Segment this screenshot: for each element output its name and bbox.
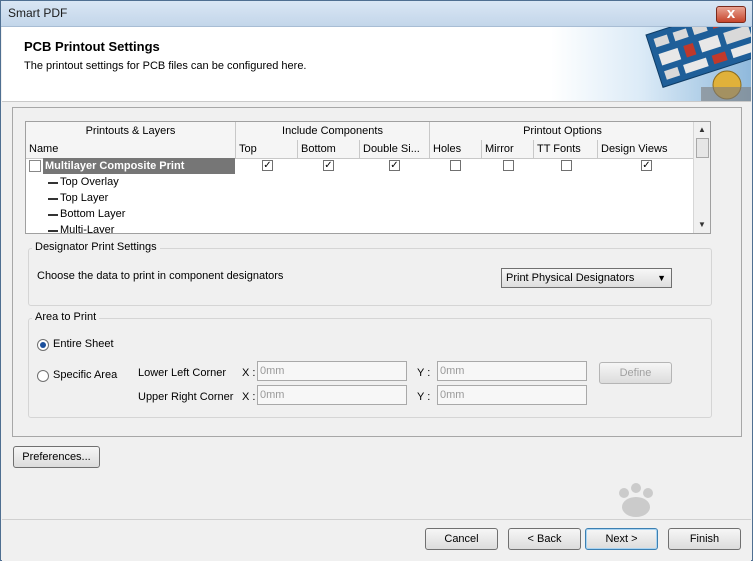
page-subtitle: The printout settings for PCB files can … <box>24 60 307 72</box>
designator-group-label: Designator Print Settings <box>32 241 160 253</box>
title-bar[interactable]: Smart PDF X <box>1 1 752 27</box>
grid-row-layer[interactable]: Top Overlay <box>26 174 696 190</box>
layer-name: Bottom Layer <box>48 206 125 222</box>
area-group-label: Area to Print <box>32 311 100 323</box>
grid-row-layer[interactable]: Multi-Layer <box>26 222 696 233</box>
upper-right-y-input[interactable]: 0mm <box>437 385 587 405</box>
designator-label: Choose the data to print in component de… <box>37 270 284 282</box>
grid-vertical-scrollbar[interactable]: ▲ ▼ <box>693 122 710 233</box>
grid-row-layer[interactable]: Top Layer <box>26 190 696 206</box>
group-header-components: Include Components <box>236 122 430 140</box>
group-header-printouts: Printouts & Layers <box>26 122 236 140</box>
column-tt-fonts[interactable]: TT Fonts <box>534 140 598 158</box>
lower-left-y-label: Y : <box>417 367 431 379</box>
specific-area-radio[interactable] <box>37 370 49 382</box>
finish-button[interactable]: Finish <box>668 528 741 550</box>
grid-column-header: Name Top Bottom Double Si... Holes Mirro… <box>26 140 696 159</box>
column-mirror[interactable]: Mirror <box>482 140 534 158</box>
cancel-button[interactable]: Cancel <box>425 528 498 550</box>
group-header-options: Printout Options <box>430 122 696 140</box>
next-button[interactable]: Next > <box>585 528 658 550</box>
window-title: Smart PDF <box>8 6 68 20</box>
entire-sheet-radio[interactable] <box>37 339 49 351</box>
designator-select-value: Print Physical Designators <box>506 272 635 284</box>
smart-pdf-window: Smart PDF X PCB Printout Settings The pr… <box>0 0 753 561</box>
checkbox-holes[interactable] <box>450 160 461 171</box>
lower-left-x-input[interactable]: 0mm <box>257 361 407 381</box>
close-button[interactable]: X <box>716 6 746 23</box>
upper-right-x-label: X : <box>242 391 256 403</box>
column-holes[interactable]: Holes <box>430 140 482 158</box>
pcb-banner-image <box>551 27 751 101</box>
page-title: PCB Printout Settings <box>24 39 160 54</box>
grid-row-composite[interactable]: Multilayer Composite Print ✓ ✓ ✓ ✓ <box>26 158 696 174</box>
upper-right-y-label: Y : <box>417 391 431 403</box>
layer-name: Multi-Layer <box>48 222 114 233</box>
column-top[interactable]: Top <box>236 140 298 158</box>
entire-sheet-label[interactable]: Entire Sheet <box>53 338 114 350</box>
scroll-up-icon[interactable]: ▲ <box>694 123 710 137</box>
chevron-down-icon: ▼ <box>657 273 666 283</box>
checkbox-top[interactable]: ✓ <box>262 160 273 171</box>
column-double-sided[interactable]: Double Si... <box>360 140 430 158</box>
scroll-down-icon[interactable]: ▼ <box>694 218 710 232</box>
checkbox-double-sided[interactable]: ✓ <box>389 160 400 171</box>
layer-name: Top Overlay <box>48 174 119 190</box>
specific-area-label[interactable]: Specific Area <box>53 369 117 381</box>
tree-expander[interactable] <box>29 160 41 172</box>
checkbox-bottom[interactable]: ✓ <box>323 160 334 171</box>
lower-left-y-input[interactable]: 0mm <box>437 361 587 381</box>
row-name: Multilayer Composite Print <box>43 158 235 174</box>
checkbox-design-views[interactable]: ✓ <box>641 160 652 171</box>
wizard-header: PCB Printout Settings The printout setti… <box>2 27 751 102</box>
settings-panel: Printouts & Layers Include Components Pr… <box>12 107 742 437</box>
column-design-views[interactable]: Design Views <box>598 140 696 158</box>
preferences-button[interactable]: Preferences... <box>13 446 100 468</box>
upper-right-label: Upper Right Corner <box>138 391 234 403</box>
lower-left-x-label: X : <box>242 367 256 379</box>
checkbox-mirror[interactable] <box>503 160 514 171</box>
lower-left-label: Lower Left Corner <box>138 367 227 379</box>
designator-select[interactable]: Print Physical Designators ▼ <box>501 268 672 288</box>
printout-layers-grid[interactable]: Printouts & Layers Include Components Pr… <box>25 121 711 234</box>
grid-row-layer[interactable]: Bottom Layer <box>26 206 696 222</box>
column-name[interactable]: Name <box>26 140 236 158</box>
wizard-footer: Cancel < Back Next > Finish <box>2 519 751 561</box>
upper-right-x-input[interactable]: 0mm <box>257 385 407 405</box>
layer-name: Top Layer <box>48 190 108 206</box>
watermark-logo <box>619 483 653 517</box>
column-bottom[interactable]: Bottom <box>298 140 360 158</box>
define-button[interactable]: Define <box>599 362 672 384</box>
scroll-thumb[interactable] <box>696 138 709 158</box>
checkbox-tt-fonts[interactable] <box>561 160 572 171</box>
close-icon: X <box>726 8 736 21</box>
grid-group-header: Printouts & Layers Include Components Pr… <box>26 122 696 141</box>
back-button[interactable]: < Back <box>508 528 581 550</box>
